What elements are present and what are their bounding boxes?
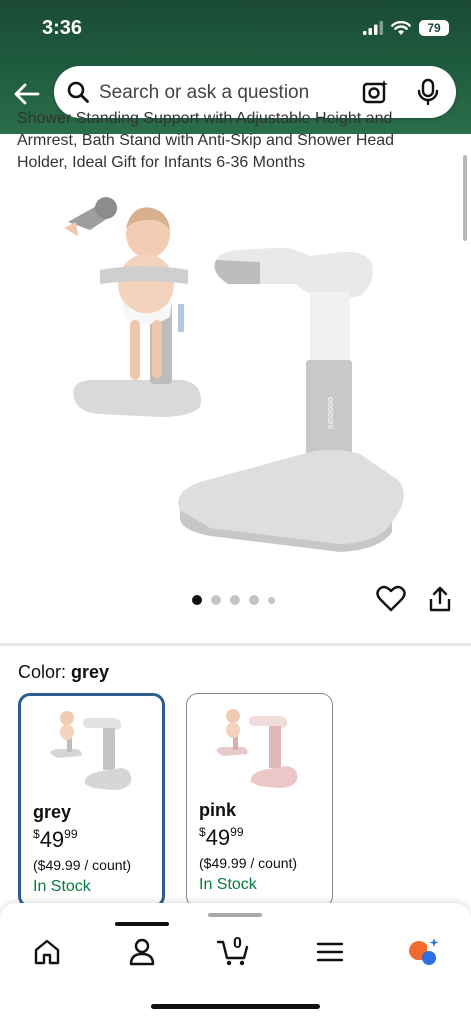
color-option-grey[interactable]: grey $4999 ($49.99 / count) In Stock [18, 693, 165, 908]
search-icon [67, 81, 89, 103]
account-icon[interactable] [124, 936, 160, 968]
color-label: Color: grey [18, 662, 109, 683]
microphone-icon[interactable] [416, 78, 440, 106]
variant-price: $4999 [199, 825, 244, 851]
camera-search-icon[interactable] [362, 78, 390, 106]
price-currency: $ [199, 825, 206, 839]
home-indicator[interactable] [151, 1004, 320, 1009]
carousel-dot[interactable] [249, 595, 259, 605]
price-whole: 49 [205, 825, 231, 850]
variant-unit-price: ($49.99 / count) [33, 857, 132, 873]
carousel-dot[interactable] [268, 596, 275, 604]
section-divider [0, 643, 471, 646]
product-title-line: Holder, Ideal Gift for Infants 6-36 Mont… [17, 154, 306, 171]
image-carousel-dots[interactable] [192, 595, 275, 605]
carousel-dot[interactable] [211, 595, 221, 605]
variant-name: grey [33, 802, 72, 822]
status-icons: 79 [363, 20, 449, 36]
cellular-signal-icon [363, 21, 383, 35]
search-input[interactable]: Search or ask a question [99, 82, 309, 104]
home-icon[interactable] [29, 936, 65, 968]
variant-unit-price: ($49.99 / count) [199, 855, 298, 871]
active-tab-indicator [115, 922, 169, 926]
stand-illustration: oooouni [178, 247, 404, 552]
color-label-text: Color: [18, 662, 67, 682]
product-title: Shower Standing Support with Adjustable … [17, 110, 437, 174]
variant-name: pink [199, 800, 237, 820]
price-fraction: 99 [230, 825, 244, 839]
variant-price: $4999 [33, 827, 78, 853]
product-image[interactable]: oooouni [60, 192, 410, 552]
cart-button[interactable]: 0 [216, 935, 252, 968]
variant-availability: In Stock [199, 876, 257, 893]
carousel-dot[interactable] [192, 595, 202, 605]
cart-count: 0 [233, 935, 242, 952]
favorite-heart-icon[interactable] [376, 585, 406, 613]
color-option-pink[interactable]: pink $4999 ($49.99 / count) In Stock [186, 693, 333, 908]
rufus-assistant-icon[interactable] [405, 936, 441, 968]
wifi-icon [391, 20, 411, 35]
back-arrow-icon[interactable] [12, 80, 42, 108]
price-fraction: 99 [64, 827, 78, 841]
menu-icon[interactable] [312, 936, 348, 968]
scroll-indicator [463, 155, 467, 241]
sheet-grabber[interactable] [208, 913, 262, 917]
share-icon[interactable] [427, 585, 453, 613]
price-whole: 49 [39, 827, 65, 852]
product-title-line: Shower Standing Support with Adjustable … [17, 110, 393, 127]
baby-illustration [64, 197, 201, 417]
carousel-dot[interactable] [230, 595, 240, 605]
status-time: 3:36 [42, 17, 83, 39]
variant-availability: In Stock [33, 878, 91, 895]
grey-variant-thumbnail [50, 711, 132, 790]
pink-variant-thumbnail [216, 709, 298, 788]
svg-text:oooouni: oooouni [326, 397, 336, 429]
price-currency: $ [33, 827, 40, 841]
battery-indicator: 79 [419, 20, 449, 36]
product-title-line: Armrest, Bath Stand with Anti-Skip and S… [17, 132, 395, 149]
selected-color-value: grey [71, 662, 110, 682]
bottom-navigation: 0 [0, 903, 471, 1020]
